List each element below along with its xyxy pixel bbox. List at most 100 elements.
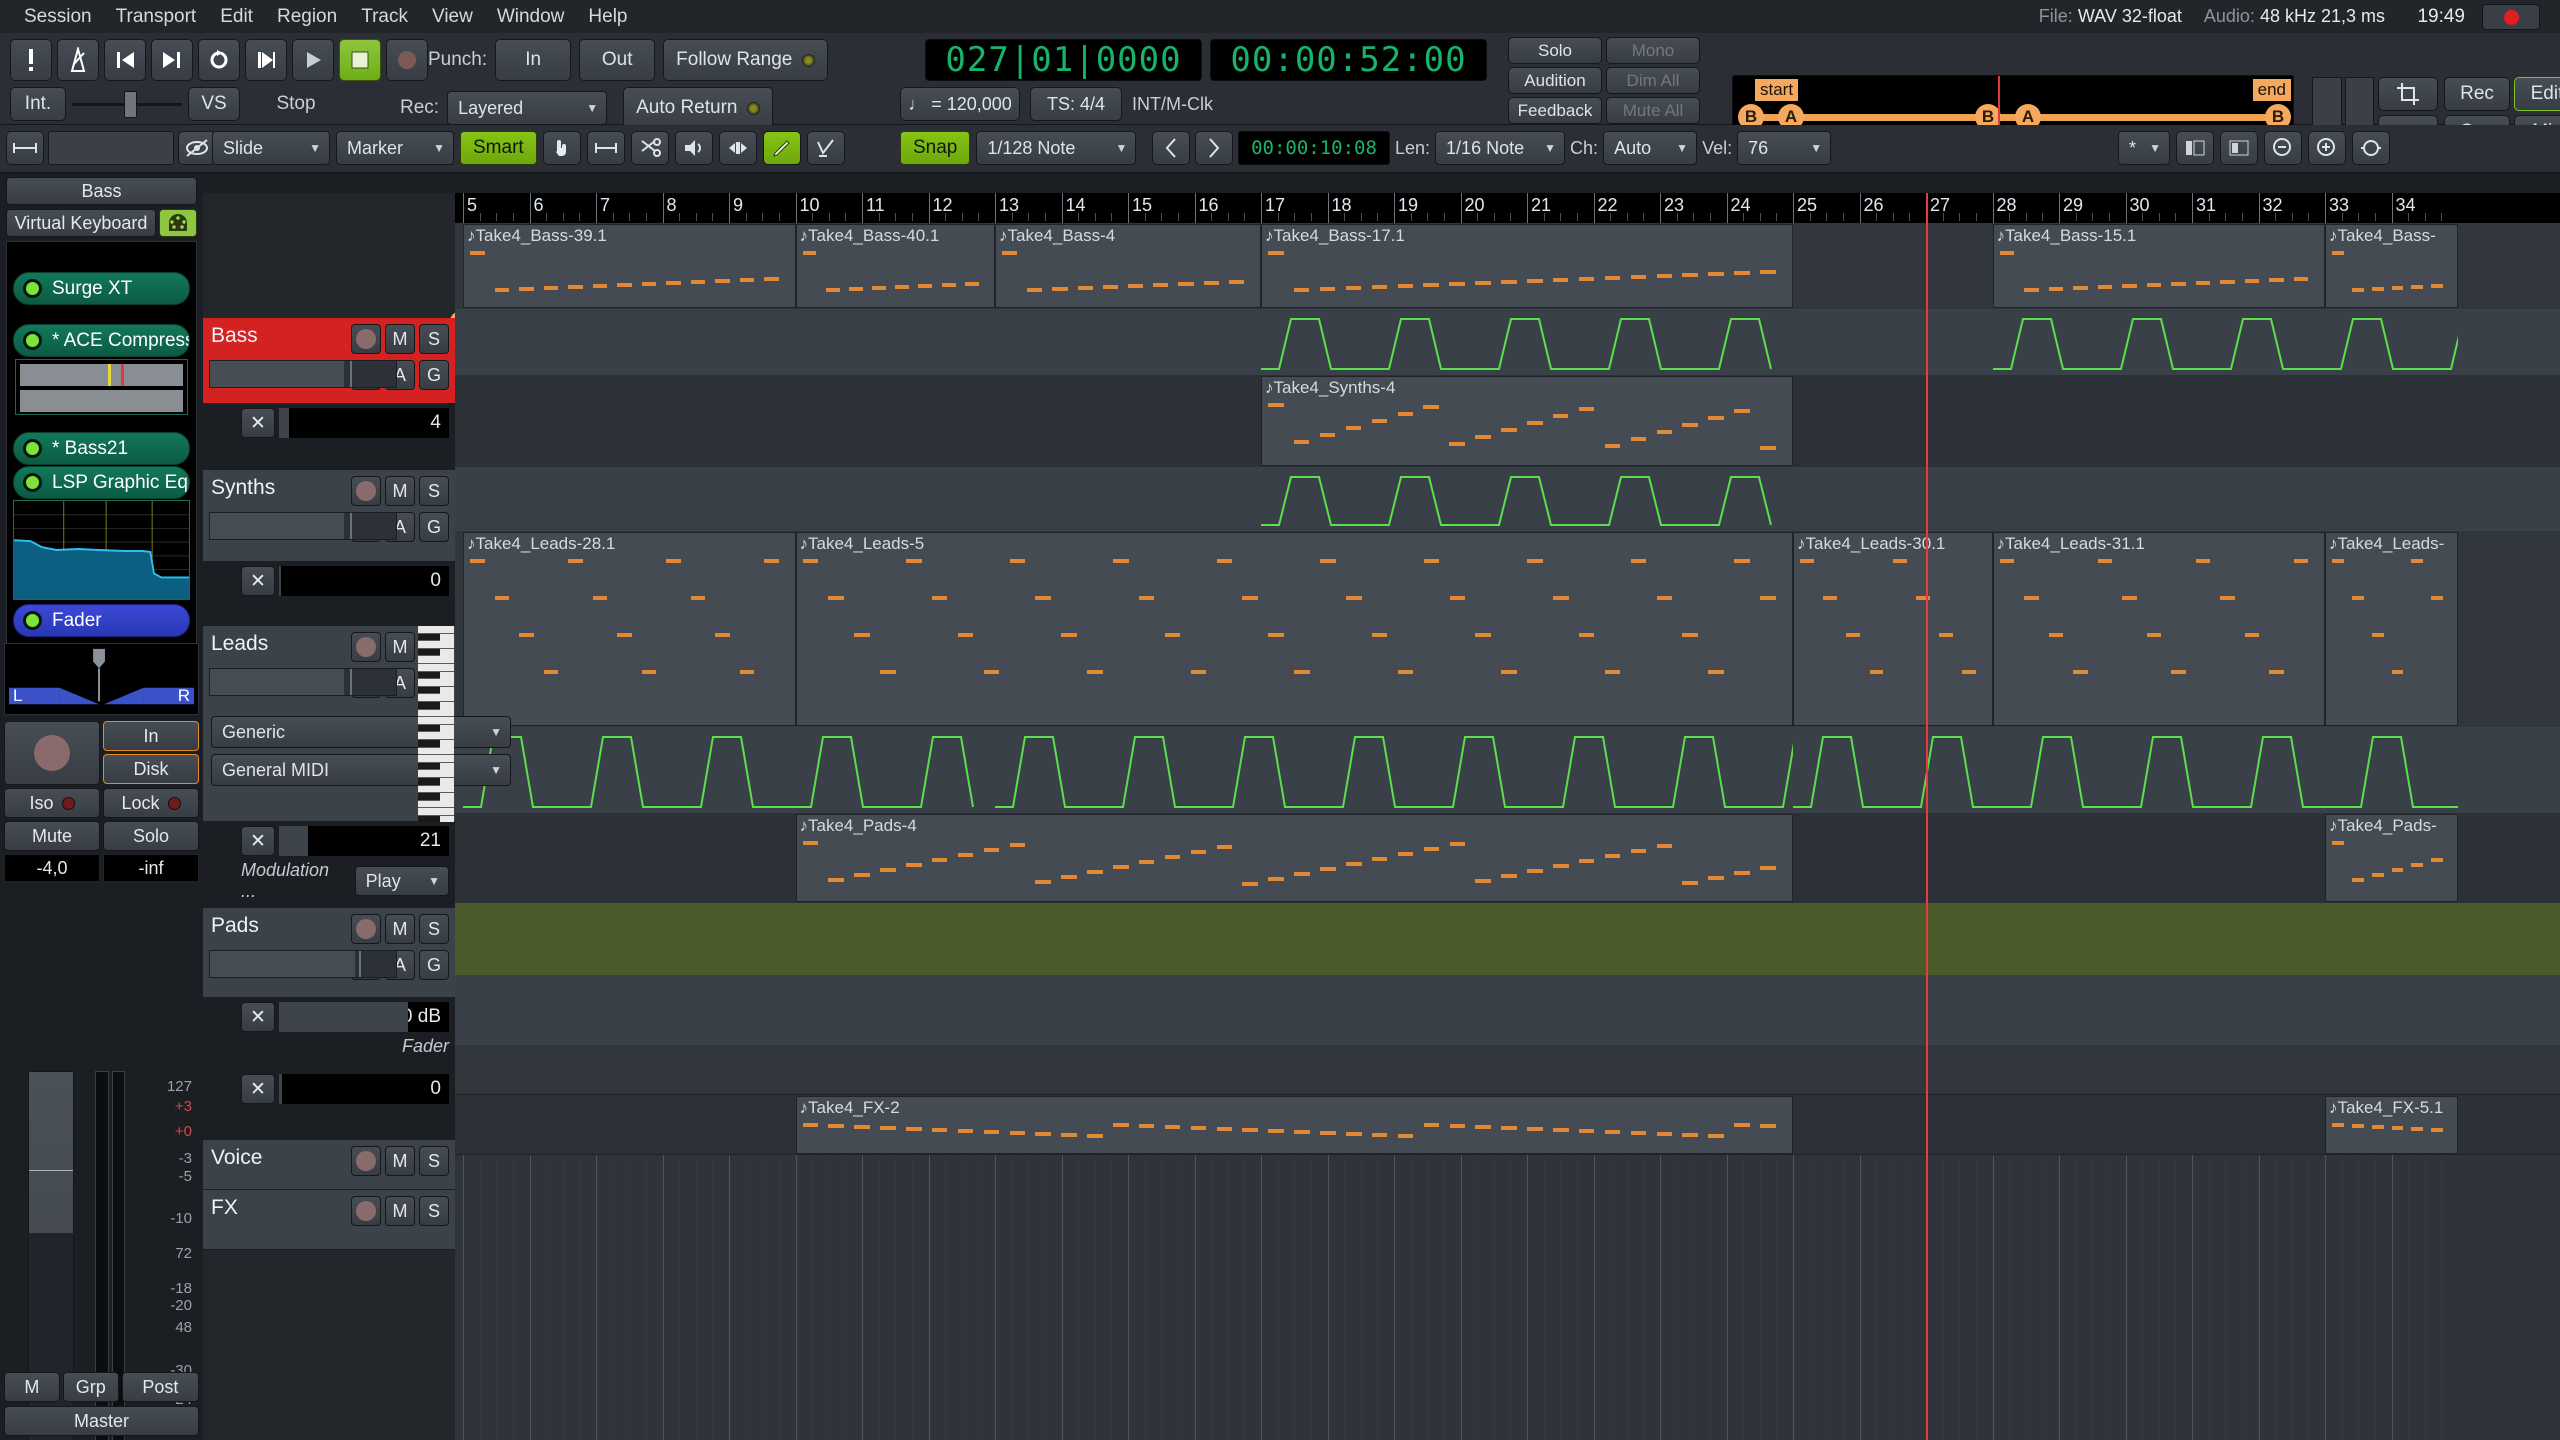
loop-button[interactable] <box>198 39 240 81</box>
timesig-button[interactable]: TS: 4/4 <box>1030 87 1122 121</box>
track-mute-button[interactable]: M <box>385 914 415 944</box>
track-header-synths[interactable]: SynthsMSPAG <box>203 470 455 562</box>
processor-active-led-icon[interactable] <box>23 331 42 350</box>
crop-icon-button[interactable] <box>2378 77 2438 111</box>
panner-widget[interactable]: L R <box>4 643 199 715</box>
automation-close-button[interactable]: ✕ <box>241 408 275 438</box>
cut-tool-icon-button[interactable] <box>631 131 669 165</box>
track-mute-button[interactable]: M <box>385 324 415 354</box>
track-gain-slider[interactable] <box>209 950 397 978</box>
track-solo-button[interactable]: S <box>419 1146 449 1176</box>
automation-close-button[interactable]: ✕ <box>241 566 275 596</box>
midi-note[interactable] <box>1153 283 1168 287</box>
processor-active-led-icon[interactable] <box>23 439 42 458</box>
play-range-button[interactable] <box>245 39 287 81</box>
midi-note[interactable] <box>2372 287 2384 291</box>
track-solo-button[interactable]: S <box>419 476 449 506</box>
range-tool-icon-button[interactable] <box>587 131 625 165</box>
ruler-mode-combo[interactable]: Marker▼ <box>336 131 454 165</box>
midi-note[interactable] <box>1178 282 1193 286</box>
midi-note[interactable] <box>2171 282 2186 286</box>
midi-note[interactable] <box>1052 287 1067 291</box>
track-mute-button[interactable]: M <box>385 476 415 506</box>
piano-key[interactable] <box>418 649 440 657</box>
piano-key[interactable] <box>418 694 454 702</box>
auto-return-button[interactable]: Auto Return <box>623 87 773 129</box>
automation-close-button[interactable]: ✕ <box>241 826 275 856</box>
midi-note[interactable] <box>1103 285 1118 289</box>
midi-note[interactable] <box>2431 284 2443 288</box>
group-button[interactable]: Grp <box>63 1372 119 1402</box>
track-mute-button[interactable]: M <box>385 632 415 662</box>
midi-note[interactable] <box>593 284 608 288</box>
nudge-backward-icon-button[interactable] <box>1152 131 1190 165</box>
piano-key[interactable] <box>418 801 454 809</box>
varispeed-slider[interactable] <box>72 87 182 121</box>
midi-note[interactable] <box>1204 281 1219 285</box>
note-length-combo[interactable]: 1/16 Note▼ <box>1435 131 1565 165</box>
piano-key[interactable] <box>418 740 440 748</box>
zoom-out-icon-button[interactable] <box>2264 131 2302 165</box>
goto-end-button[interactable] <box>151 39 193 81</box>
automation-close-button[interactable]: ✕ <box>241 1074 275 1104</box>
midi-panic-button[interactable] <box>10 39 52 81</box>
region[interactable]: ♪Take4_Bass-17.1 <box>1261 224 1793 308</box>
dim-all-button[interactable]: Dim All <box>1606 67 1700 94</box>
region[interactable]: ♪Take4_Bass-15.1 <box>1993 224 2326 308</box>
menu-item-transport[interactable]: Transport <box>104 6 209 28</box>
midi-bank-selector[interactable]: General MIDI▼ <box>211 754 511 786</box>
midi-note[interactable] <box>544 286 559 290</box>
midi-note[interactable] <box>872 286 886 290</box>
audition-button[interactable]: Audition <box>1508 67 1602 94</box>
midi-note[interactable] <box>2245 279 2260 283</box>
midi-note[interactable] <box>803 251 817 255</box>
menu-item-help[interactable]: Help <box>576 6 639 28</box>
piano-key[interactable] <box>418 679 454 687</box>
midi-note[interactable] <box>942 283 956 287</box>
midi-note[interactable] <box>1268 251 1284 255</box>
track-gain-slider[interactable] <box>209 360 397 388</box>
piano-key[interactable] <box>418 786 454 794</box>
varispeed-button[interactable]: VS <box>188 87 240 121</box>
midi-note[interactable] <box>2392 286 2404 290</box>
strip-input-button[interactable]: Virtual Keyboard <box>6 209 156 237</box>
menu-item-region[interactable]: Region <box>265 6 349 28</box>
meter-point-button[interactable]: Post <box>122 1372 199 1402</box>
midi-note[interactable] <box>2147 283 2162 287</box>
midi-note[interactable] <box>2000 251 2015 255</box>
automation-value-slider[interactable]: 0 <box>279 566 449 596</box>
piano-key[interactable] <box>418 672 440 680</box>
velocity-combo[interactable]: 76▼ <box>1737 131 1831 165</box>
region[interactable]: ♪Take4_Bass-4 <box>995 224 1261 308</box>
processor-box[interactable]: Surge XT * ACE Compressor * Bass21 LSP G… <box>6 241 197 653</box>
midi-note[interactable] <box>895 285 909 289</box>
region[interactable]: ♪Take4_Bass-40.1 <box>796 224 996 308</box>
piano-key[interactable] <box>418 656 454 664</box>
midi-note[interactable] <box>1128 284 1143 288</box>
midi-note[interactable] <box>2294 277 2309 281</box>
processor-bass21[interactable]: * Bass21 <box>13 432 190 465</box>
stop-button[interactable] <box>339 39 381 81</box>
piano-key[interactable] <box>418 770 454 778</box>
midi-note[interactable] <box>1398 284 1414 288</box>
edit-content-tool-icon-button[interactable] <box>807 131 845 165</box>
region[interactable]: ♪Take4_Bass- <box>2325 224 2458 308</box>
midi-note[interactable] <box>1734 271 1750 275</box>
goto-start-button[interactable] <box>104 39 146 81</box>
midi-note[interactable] <box>1657 274 1673 278</box>
zoom-to-fit-icon-button[interactable] <box>6 131 44 165</box>
piano-key[interactable] <box>418 748 454 756</box>
midi-note[interactable] <box>642 282 657 286</box>
track-group-button[interactable]: G <box>419 512 449 542</box>
track-record-arm-button[interactable] <box>351 1146 381 1176</box>
midi-note[interactable] <box>1501 280 1517 284</box>
midi-note[interactable] <box>2220 280 2235 284</box>
track-header-bass[interactable]: BassMSPAG <box>203 318 455 404</box>
automation-mode-combo[interactable]: Play▼ <box>355 866 449 896</box>
track-group-button[interactable]: G <box>419 360 449 390</box>
midi-note[interactable] <box>918 284 932 288</box>
piano-key[interactable] <box>418 793 440 801</box>
track-solo-button[interactable]: S <box>419 914 449 944</box>
automation-value-slider[interactable]: 21 <box>279 826 449 856</box>
smart-mode-button[interactable]: Smart <box>460 131 537 165</box>
